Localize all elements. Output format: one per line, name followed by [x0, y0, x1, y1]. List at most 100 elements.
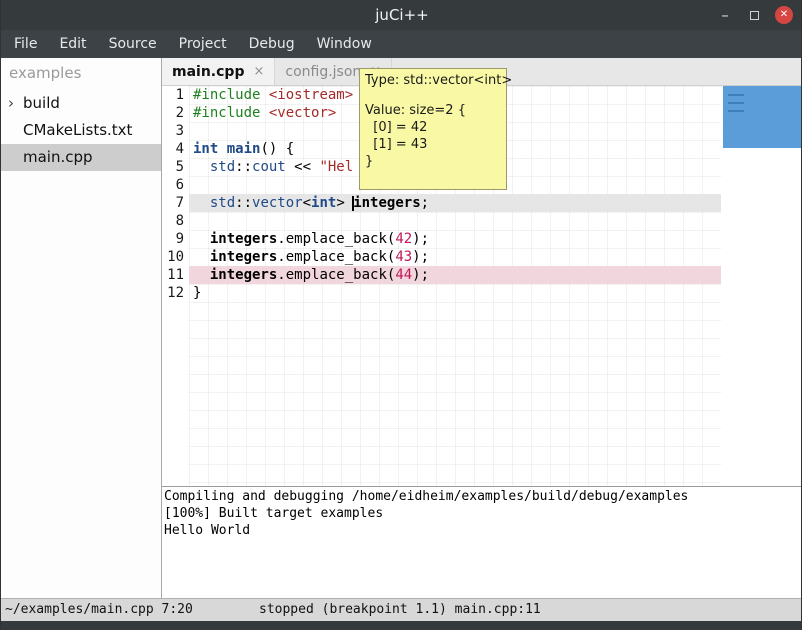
- code-token: [193, 249, 210, 265]
- menu-item-file[interactable]: File: [3, 30, 48, 58]
- tree-item-label: main.cpp: [23, 148, 93, 166]
- minimap-line-mark: [728, 94, 744, 96]
- code-token: [193, 231, 210, 247]
- code-token: 42: [395, 231, 412, 247]
- tree-item-build[interactable]: › build: [1, 90, 161, 117]
- line-number: 2: [162, 104, 189, 122]
- window-bottom-edge: [1, 621, 802, 630]
- tooltip-value-line: Value: size=2 {: [365, 102, 501, 119]
- terminal-line: Compiling and debugging /home/eidheim/ex…: [164, 488, 802, 505]
- line-number: 4: [162, 140, 189, 158]
- code-token: int: [193, 141, 218, 157]
- line-number: 8: [162, 212, 189, 230]
- tab-label: main.cpp: [172, 64, 244, 80]
- file-tree: › build CMakeLists.txt main.cpp: [1, 90, 161, 171]
- code-token: [260, 105, 268, 121]
- minimap-line-mark: [728, 110, 744, 112]
- tree-item-label: CMakeLists.txt: [23, 121, 132, 139]
- tree-item-label: build: [23, 94, 60, 112]
- line-number: 9: [162, 230, 189, 248]
- menu-item-window[interactable]: Window: [306, 30, 383, 58]
- code-token: <vector>: [269, 105, 336, 121]
- code-line[interactable]: integers.emplace_back(44);: [189, 266, 721, 284]
- code-token: integers: [210, 249, 277, 265]
- code-token: vector: [252, 195, 303, 211]
- code-token: cout: [252, 159, 286, 175]
- line-number: 6: [162, 176, 189, 194]
- terminal-line: [100%] Built target examples: [164, 505, 802, 522]
- expander-icon[interactable]: ›: [8, 90, 14, 117]
- code-token: 43: [395, 249, 412, 265]
- menu-item-debug[interactable]: Debug: [238, 30, 306, 58]
- code-token: #include: [193, 87, 260, 103]
- code-token: <<: [286, 159, 320, 175]
- project-name-header: examples: [1, 58, 161, 90]
- code-token: std: [210, 159, 235, 175]
- code-token: );: [412, 267, 429, 283]
- code-token: .emplace_back(: [277, 249, 395, 265]
- tooltip-value-line: [1] = 43: [365, 136, 501, 153]
- window-title: juCi++: [375, 6, 428, 24]
- tooltip-value-line: }: [365, 153, 501, 170]
- code-token: [193, 159, 210, 175]
- code-line[interactable]: }: [189, 284, 721, 302]
- code-token: );: [412, 231, 429, 247]
- tab-close-icon[interactable]: ×: [253, 64, 264, 79]
- code-line[interactable]: std::vector<int> integers;: [189, 194, 721, 212]
- line-number: 12: [162, 284, 189, 302]
- code-token: [193, 267, 210, 283]
- tooltip-value-line: [0] = 42: [365, 119, 501, 136]
- maximize-icon[interactable]: [750, 11, 759, 20]
- code-token: ::: [235, 159, 252, 175]
- title-bar[interactable]: juCi++ – ✕: [1, 0, 802, 30]
- menu-item-source[interactable]: Source: [98, 30, 168, 58]
- terminal-line: Hello World: [164, 522, 802, 539]
- tab-label: config.json: [285, 64, 361, 80]
- tooltip-value-block: Value: size=2 { [0] = 42 [1] = 43}: [365, 102, 501, 170]
- close-icon[interactable]: ✕: [775, 6, 793, 24]
- code-token: "Hel: [319, 159, 353, 175]
- tab-main-cpp[interactable]: main.cpp ×: [162, 58, 275, 85]
- code-line[interactable]: [189, 212, 721, 230]
- code-token: .emplace_back(: [277, 231, 395, 247]
- code-token: integers: [353, 195, 420, 211]
- debug-status: stopped (breakpoint 1.1) main.cpp:11: [259, 599, 541, 621]
- minimize-icon[interactable]: –: [716, 6, 734, 24]
- code-token: }: [193, 285, 201, 301]
- code-token: std: [210, 195, 235, 211]
- code-line[interactable]: integers.emplace_back(43);: [189, 248, 721, 266]
- code-token: 44: [395, 267, 412, 283]
- scrollbar-overview-thumb[interactable]: [723, 86, 801, 148]
- code-token: [193, 195, 210, 211]
- code-token: ;: [421, 195, 429, 211]
- code-token: integers: [210, 231, 277, 247]
- tree-item-main-cpp[interactable]: main.cpp: [1, 144, 161, 171]
- tree-item-cmakelists-txt[interactable]: CMakeLists.txt: [1, 117, 161, 144]
- code-token: ::: [235, 195, 252, 211]
- code-token: <: [303, 195, 311, 211]
- code-token: () {: [260, 141, 294, 157]
- cursor-location-status: ~/examples/main.cpp 7:20: [5, 599, 193, 621]
- line-number: 5: [162, 158, 189, 176]
- app-window: juCi++ – ✕ FileEditSourceProjectDebugWin…: [0, 0, 802, 630]
- line-number: 11: [162, 266, 189, 284]
- menu-item-edit[interactable]: Edit: [48, 30, 97, 58]
- code-token: [260, 87, 268, 103]
- menu-bar: FileEditSourceProjectDebugWindow: [1, 30, 802, 58]
- code-token: int: [311, 195, 336, 211]
- code-token: [218, 141, 226, 157]
- code-token: );: [412, 249, 429, 265]
- status-bar: ~/examples/main.cpp 7:20 stopped (breakp…: [1, 598, 802, 621]
- window-controls: – ✕: [716, 0, 793, 30]
- menu-item-project[interactable]: Project: [168, 30, 238, 58]
- line-number: 1: [162, 86, 189, 104]
- line-number: 7: [162, 194, 189, 212]
- terminal-output[interactable]: Compiling and debugging /home/eidheim/ex…: [162, 487, 802, 598]
- code-token: #include: [193, 105, 260, 121]
- line-number-gutter[interactable]: 123456789101112: [162, 86, 189, 486]
- code-token: >: [336, 195, 353, 211]
- debug-value-tooltip: Type: std::vector<int> Value: size=2 { […: [359, 68, 507, 190]
- code-line[interactable]: integers.emplace_back(42);: [189, 230, 721, 248]
- code-token: integers: [210, 267, 277, 283]
- editor-overview-strip: [721, 86, 802, 486]
